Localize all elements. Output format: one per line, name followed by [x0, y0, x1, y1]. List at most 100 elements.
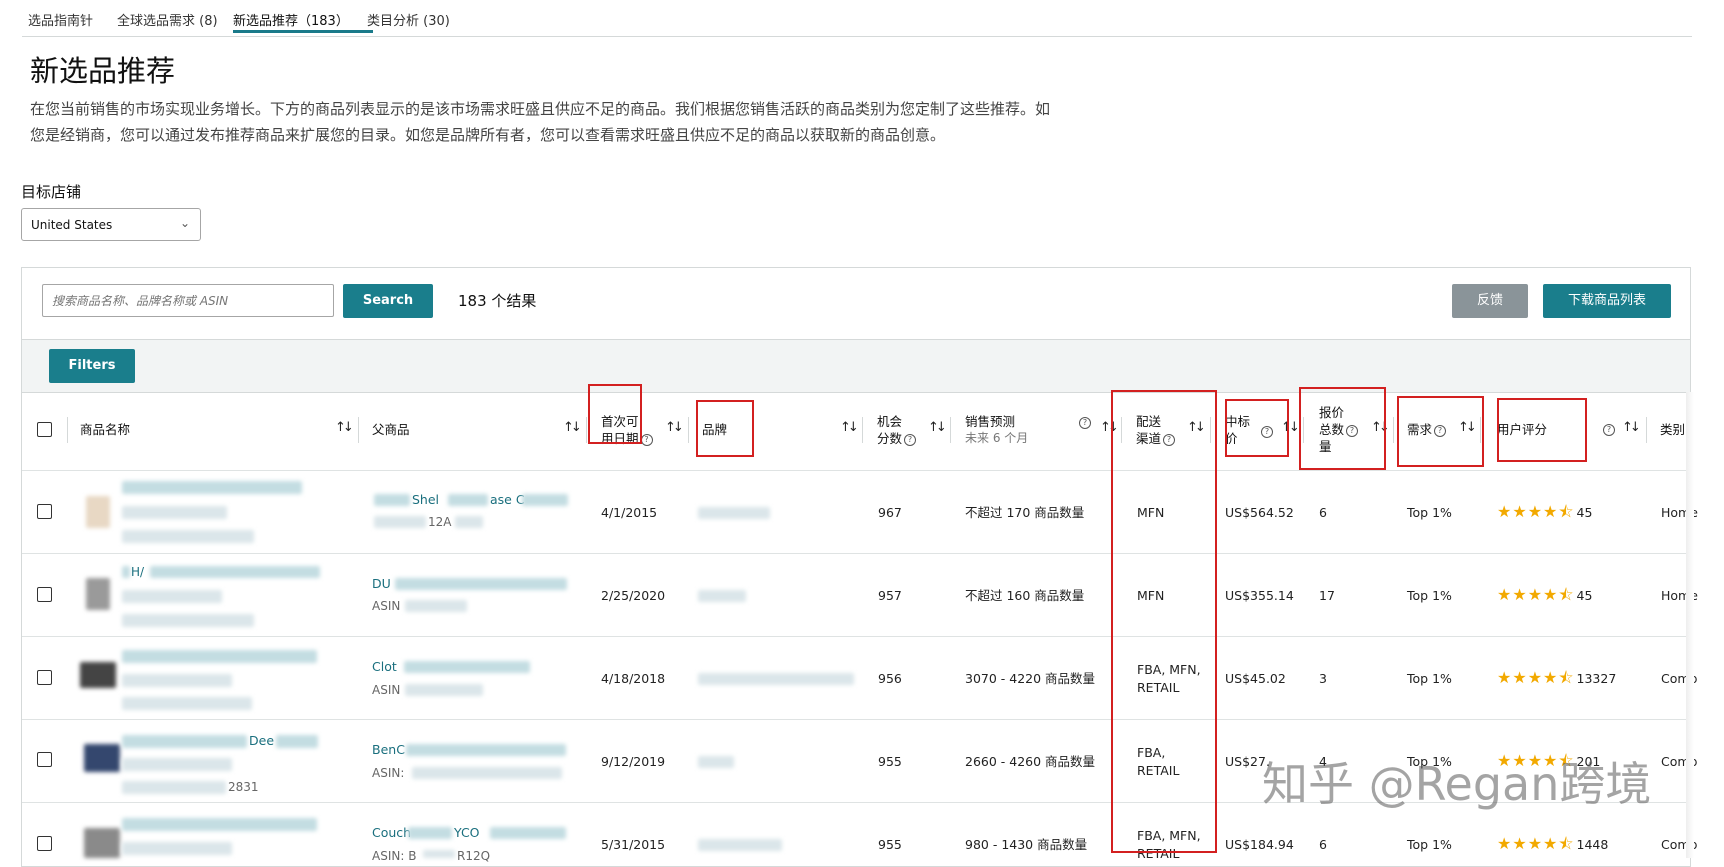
sort-icon[interactable]: ↑↓ [335, 420, 354, 435]
product-thumbnail [84, 744, 120, 772]
star-rating: ★★★★⯪ 45 [1497, 584, 1592, 611]
sort-icon[interactable]: ↑↓ [1622, 420, 1641, 435]
stars-icon: ★★★★⯪ [1497, 585, 1575, 604]
opportunity-score: 967 [878, 505, 902, 520]
parent-product-link[interactable]: Couch [372, 824, 411, 842]
first-available-date: 9/12/2019 [601, 754, 666, 769]
help-icon[interactable]: ? [1603, 424, 1615, 436]
page-description: 在您当前销售的市场实现业务增长。下方的商品列表显示的是该市场需求旺盛且供应不足的… [30, 96, 1130, 148]
result-count: 183 个结果 [458, 292, 537, 310]
row-divider [22, 719, 1690, 720]
parent-name-redacted [406, 744, 566, 756]
product-name-redacted [122, 735, 247, 748]
demand-rank: Top 1% [1407, 505, 1452, 520]
winning-price: US$564.52 [1225, 505, 1294, 520]
row-divider [22, 636, 1690, 637]
column-header-sales-forecast[interactable]: 销售预测 未来 6 个月 [965, 413, 1028, 447]
annotation-box [1225, 399, 1289, 457]
column-header-category[interactable]: 类别 [1660, 421, 1685, 438]
stars-icon: ★★★★⯪ [1497, 668, 1575, 687]
parent-asin-redacted [412, 767, 562, 779]
sales-forecast: 不超过 160 商品数量 [965, 588, 1085, 603]
row-checkbox[interactable] [37, 752, 52, 767]
parent-product-link[interactable]: BenC [372, 741, 405, 759]
filter-bar [22, 339, 1690, 393]
demand-rank: Top 1% [1407, 671, 1452, 686]
annotation-box [696, 400, 754, 457]
product-meta-redacted [122, 674, 232, 687]
sort-icon[interactable]: ↑↓ [563, 420, 582, 435]
total-offers: 3 [1319, 671, 1327, 686]
row-checkbox[interactable] [37, 670, 52, 685]
header-opportunity-line2: 分数? [877, 430, 917, 447]
winning-price: US$45.02 [1225, 671, 1286, 686]
parent-product-link[interactable]: DU [372, 575, 391, 593]
product-thumbnail [86, 496, 110, 528]
parent-name-redacted [374, 494, 410, 506]
parent-name-redacted [404, 661, 530, 673]
column-header-parent[interactable]: 父商品 [372, 421, 410, 438]
parent-asin-redacted [405, 600, 467, 612]
select-all-checkbox[interactable] [37, 422, 52, 437]
row-checkbox[interactable] [37, 587, 52, 602]
opportunity-score: 957 [878, 588, 902, 603]
tab-new-recommendations[interactable]: 新选品推荐（183） [233, 10, 349, 29]
product-name-link[interactable]: H/ [131, 563, 144, 581]
star-rating: ★★★★⯪ 13327 [1497, 667, 1616, 694]
parent-asin: 12A [428, 515, 452, 529]
row-checkbox[interactable] [37, 504, 52, 519]
sales-forecast: 3070 - 4220 商品数量 [965, 671, 1096, 686]
target-store-select[interactable]: United States ⌄ [21, 208, 201, 241]
header-forecast-subtitle: 未来 6 个月 [965, 431, 1029, 445]
product-name-redacted [122, 818, 317, 831]
search-input[interactable] [42, 284, 334, 317]
parent-product-link[interactable]: Shel [412, 491, 439, 509]
column-header-opportunity-score[interactable]: 机会 分数? [877, 413, 917, 447]
stars-icon: ★★★★⯪ [1497, 834, 1575, 853]
active-tab-indicator [233, 30, 373, 33]
product-name-redacted [150, 566, 320, 578]
download-list-button[interactable]: 下载商品列表 [1543, 284, 1671, 318]
column-divider [950, 417, 951, 443]
first-available-date: 4/18/2018 [601, 671, 666, 686]
watermark: 知乎 @Regan跨境 [1262, 757, 1652, 811]
product-thumbnail [80, 662, 116, 688]
filters-button[interactable]: Filters [49, 349, 135, 383]
help-icon[interactable]: ? [904, 433, 917, 446]
product-meta-redacted [122, 697, 252, 710]
parent-product-link[interactable]: Clot [372, 658, 397, 676]
product-name-link[interactable]: Dee [249, 732, 274, 750]
feedback-button[interactable]: 反馈 [1452, 284, 1528, 318]
parent-product-link[interactable]: YCO [454, 824, 480, 842]
review-count: 45 [1576, 588, 1593, 603]
help-icon[interactable]: ? [1079, 417, 1091, 429]
star-rating: ★★★★⯪ 1448 [1497, 833, 1608, 860]
product-meta-redacted [122, 614, 254, 627]
demand-rank: Top 1% [1407, 837, 1452, 852]
sort-icon[interactable]: ↑↓ [665, 420, 684, 435]
target-store-label: 目标店铺 [21, 183, 82, 201]
target-store-value: United States [31, 218, 113, 232]
tab-global-demand[interactable]: 全球选品需求 (8) [117, 10, 218, 29]
brand-redacted [698, 756, 734, 768]
product-meta-redacted [122, 758, 232, 771]
parent-asin-redacted [405, 684, 483, 696]
sort-icon[interactable]: ↑↓ [928, 420, 947, 435]
product-name-redacted [276, 735, 318, 748]
search-button[interactable]: Search [343, 284, 433, 318]
product-thumbnail [84, 828, 120, 858]
column-header-product-name[interactable]: 商品名称 [80, 421, 130, 438]
help-icon[interactable]: ? [640, 433, 653, 446]
row-checkbox[interactable] [37, 836, 52, 851]
parent-product-link[interactable]: ase C [490, 491, 525, 509]
row-divider [22, 553, 1690, 554]
column-divider [1393, 417, 1394, 443]
tab-category-analysis[interactable]: 类目分析 (30) [367, 10, 450, 29]
annotation-box [1497, 398, 1587, 462]
parent-name-redacted [408, 827, 452, 839]
column-divider [358, 417, 359, 443]
opportunity-score: 956 [878, 671, 902, 686]
tab-selection-guide[interactable]: 选品指南针 [28, 10, 93, 29]
sort-icon[interactable]: ↑↓ [840, 420, 859, 435]
sales-forecast: 980 - 1430 商品数量 [965, 837, 1088, 852]
